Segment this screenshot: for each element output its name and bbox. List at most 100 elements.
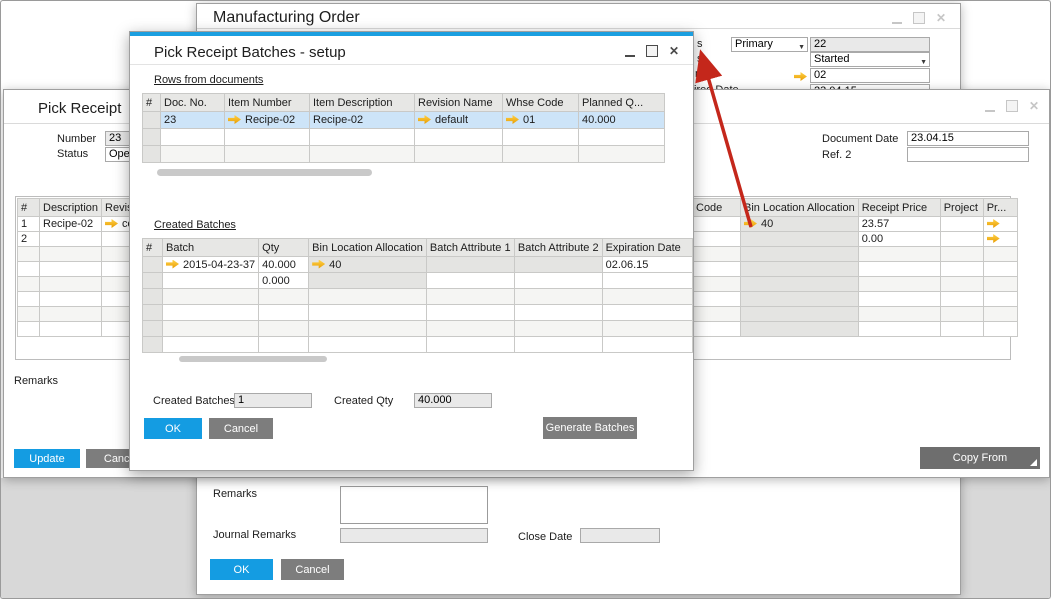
grid-cell[interactable] (741, 307, 859, 322)
column-header[interactable]: Batch (163, 239, 259, 257)
grid-row[interactable]: 23Recipe-02Recipe-02default0140.000 (143, 112, 665, 129)
link-arrow-icon[interactable] (506, 115, 519, 124)
maximize-icon[interactable] (1006, 100, 1018, 112)
grid-cell[interactable] (225, 146, 310, 163)
grid-cell[interactable] (579, 129, 665, 146)
grid-row[interactable] (693, 292, 1018, 307)
grid-cell[interactable] (163, 321, 259, 337)
grid-cell[interactable] (693, 217, 741, 232)
grid-cell[interactable] (503, 146, 579, 163)
grid-cell[interactable] (18, 307, 40, 322)
mo-close-date-field[interactable] (580, 528, 660, 543)
grid-cell[interactable] (940, 277, 983, 292)
batches-grid-scrollbar[interactable] (179, 356, 327, 362)
grid-cell[interactable] (259, 305, 309, 321)
mo-cancel-button[interactable]: Cancel (281, 559, 344, 580)
grid-cell[interactable]: 40.000 (579, 112, 665, 129)
grid-cell[interactable] (426, 273, 514, 289)
grid-cell[interactable] (858, 247, 940, 262)
grid-cell[interactable] (940, 262, 983, 277)
grid-cell[interactable] (940, 217, 983, 232)
grid-cell[interactable] (983, 232, 1017, 247)
generate-batches-button[interactable]: Generate Batches (543, 417, 637, 439)
grid-row[interactable] (693, 247, 1018, 262)
grid-cell[interactable] (163, 273, 259, 289)
grid-cell[interactable] (602, 289, 692, 305)
grid-cell[interactable] (309, 273, 427, 289)
grid-cell[interactable] (309, 305, 427, 321)
grid-cell[interactable] (983, 307, 1017, 322)
column-header[interactable]: Item Number (225, 94, 310, 112)
pr-copy-from-button[interactable]: Copy From (920, 447, 1040, 469)
column-header[interactable]: Batch Attribute 1 (426, 239, 514, 257)
grid-cell[interactable] (858, 292, 940, 307)
link-arrow-icon[interactable] (105, 219, 118, 228)
grid-cell[interactable] (163, 337, 259, 353)
grid-cell[interactable] (310, 129, 415, 146)
grid-row[interactable]: 0.000 (143, 273, 693, 289)
dialog-ok-button[interactable]: OK (144, 418, 202, 439)
mo-journal-remarks-field[interactable] (340, 528, 488, 543)
grid-cell[interactable] (40, 292, 102, 307)
grid-cell[interactable] (18, 292, 40, 307)
grid-cell[interactable]: 2015-04-23-37 (163, 257, 259, 273)
grid-cell[interactable]: Recipe-02 (225, 112, 310, 129)
grid-cell[interactable] (693, 232, 741, 247)
grid-cell[interactable] (514, 305, 602, 321)
grid-cell[interactable] (143, 129, 161, 146)
mo-link-field[interactable]: 02 (810, 68, 930, 83)
grid-cell[interactable] (40, 307, 102, 322)
grid-cell[interactable] (602, 321, 692, 337)
grid-cell[interactable] (426, 305, 514, 321)
grid-cell[interactable] (143, 257, 163, 273)
link-arrow-icon[interactable] (987, 234, 1000, 243)
grid-cell[interactable] (426, 257, 514, 273)
column-header[interactable]: # (143, 239, 163, 257)
column-header[interactable]: Expiration Date (602, 239, 692, 257)
column-header[interactable]: Pr... (983, 199, 1017, 217)
grid-cell[interactable] (143, 273, 163, 289)
column-header[interactable]: Code (693, 199, 741, 217)
grid-cell[interactable] (40, 232, 102, 247)
link-arrow-icon[interactable] (794, 72, 807, 81)
grid-cell[interactable] (415, 146, 503, 163)
mo-remarks-textarea[interactable] (340, 486, 488, 524)
grid-cell[interactable] (858, 322, 940, 337)
minimize-icon[interactable] (892, 14, 902, 24)
grid-cell[interactable] (40, 247, 102, 262)
pr-update-button[interactable]: Update (14, 449, 80, 468)
grid-cell[interactable] (602, 337, 692, 353)
grid-cell[interactable] (940, 322, 983, 337)
close-icon[interactable]: ✕ (936, 12, 946, 24)
column-header[interactable]: Doc. No. (161, 94, 225, 112)
mo-ok-button[interactable]: OK (210, 559, 273, 580)
grid-cell[interactable] (693, 307, 741, 322)
grid-cell[interactable] (514, 337, 602, 353)
grid-cell[interactable] (514, 321, 602, 337)
grid-cell[interactable] (163, 289, 259, 305)
grid-row[interactable] (693, 322, 1018, 337)
grid-cell[interactable] (983, 262, 1017, 277)
link-arrow-icon[interactable] (228, 115, 241, 124)
column-header[interactable]: Project (940, 199, 983, 217)
mo-status-dropdown[interactable]: Started▼ (810, 52, 930, 67)
grid-cell[interactable] (143, 337, 163, 353)
grid-cell[interactable] (983, 277, 1017, 292)
grid-cell[interactable] (309, 289, 427, 305)
minimize-icon[interactable] (985, 102, 995, 112)
grid-cell[interactable] (940, 247, 983, 262)
grid-cell[interactable] (693, 322, 741, 337)
grid-cell[interactable] (693, 277, 741, 292)
grid-cell[interactable] (259, 337, 309, 353)
grid-cell[interactable] (163, 305, 259, 321)
pr-document-date-field[interactable]: 23.04.15 (907, 131, 1029, 146)
grid-cell[interactable]: Recipe-02 (310, 112, 415, 129)
grid-row[interactable]: 4023.57 (693, 217, 1018, 232)
grid-cell[interactable] (983, 292, 1017, 307)
grid-row[interactable]: 2015-04-23-3740.0004002.06.15 (143, 257, 693, 273)
column-header[interactable]: Bin Location Allocation (741, 199, 859, 217)
column-header[interactable]: Planned Q... (579, 94, 665, 112)
grid-cell[interactable]: Recipe-02 (40, 217, 102, 232)
grid-cell[interactable]: 40 (741, 217, 859, 232)
mo-order-number-field[interactable]: 22 (810, 37, 930, 52)
